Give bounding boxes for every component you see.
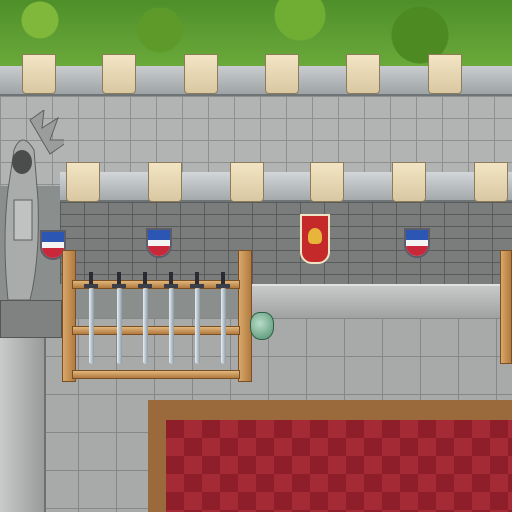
rack-bar xyxy=(72,370,240,379)
hooded-statue-icon[interactable] xyxy=(0,110,64,320)
red-eagle-banner-icon xyxy=(300,214,330,264)
sword-icon[interactable] xyxy=(112,272,126,364)
eagle-emblem-icon xyxy=(308,228,322,244)
sword-icon[interactable] xyxy=(164,272,178,364)
merlon xyxy=(230,162,264,202)
merlon xyxy=(102,54,136,94)
merlon xyxy=(474,162,508,202)
shield-banner-icon xyxy=(404,228,430,258)
merlon xyxy=(66,162,100,202)
merlon xyxy=(184,54,218,94)
green-vase-icon[interactable] xyxy=(250,312,274,340)
merlon xyxy=(265,54,299,94)
merlon xyxy=(392,162,426,202)
merlon xyxy=(22,54,56,94)
merlon xyxy=(310,162,344,202)
rack-bar xyxy=(72,326,240,335)
red-carpet-icon[interactable] xyxy=(148,400,512,512)
sword-icon[interactable] xyxy=(216,272,230,364)
merlon xyxy=(148,162,182,202)
carpet-pattern xyxy=(166,420,512,512)
rack-post xyxy=(500,250,512,364)
sword-icon[interactable] xyxy=(84,272,98,364)
stone-ledge xyxy=(250,284,512,322)
merlon xyxy=(428,54,462,94)
rack-post xyxy=(62,250,76,382)
inner-battlement-wall xyxy=(60,162,512,202)
rack-post xyxy=(238,250,252,382)
outer-battlement-wall xyxy=(0,54,512,96)
weapon-rack-icon[interactable] xyxy=(62,250,252,388)
merlon xyxy=(346,54,380,94)
sword-icon[interactable] xyxy=(190,272,204,364)
sword-icon[interactable] xyxy=(138,272,152,364)
